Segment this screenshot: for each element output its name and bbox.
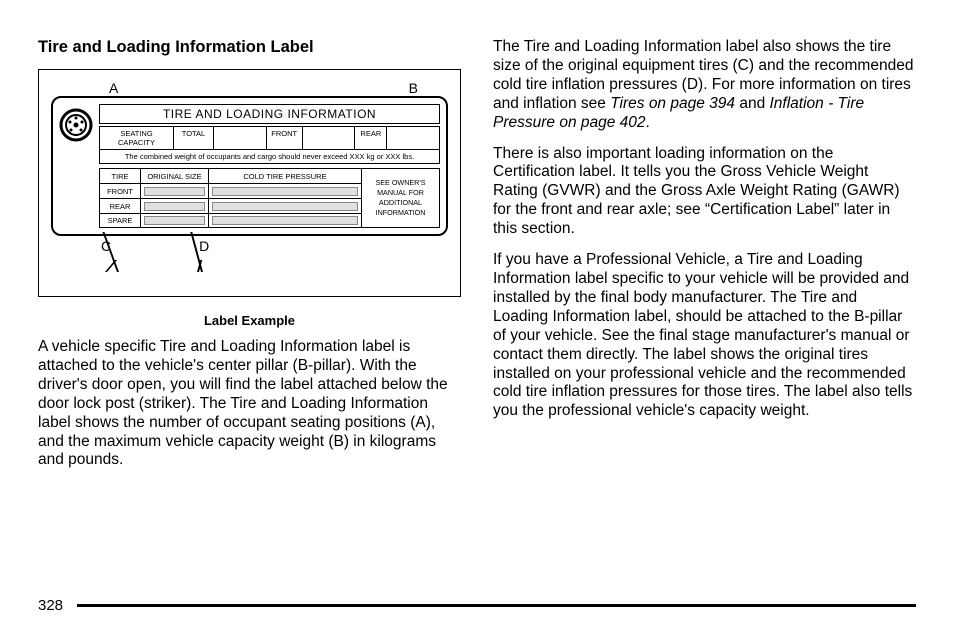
tire-row-rear-label: REAR xyxy=(99,198,141,213)
tire-grid-header: TIRE ORIGINAL SIZE COLD TIRE PRESSURE xyxy=(99,168,362,183)
seating-total-label: TOTAL xyxy=(174,127,214,149)
owner-note-l2: MANUAL FOR xyxy=(365,188,436,198)
tire-row-front-pressure xyxy=(209,183,362,198)
tire-header-pressure: COLD TIRE PRESSURE xyxy=(209,168,362,183)
seating-front-label: FRONT xyxy=(267,127,303,149)
bottom-callouts: C D xyxy=(101,238,450,254)
owner-note-l1: SEE OWNER'S xyxy=(365,178,436,188)
tire-header-size: ORIGINAL SIZE xyxy=(141,168,209,183)
tire-row-rear-pressure xyxy=(209,198,362,213)
tire-row-front-size xyxy=(141,183,209,198)
weight-limit-note: The combined weight of occupants and car… xyxy=(99,150,440,164)
tire-row-spare-label: SPARE xyxy=(99,213,141,228)
seating-front-value xyxy=(303,127,356,149)
tire-grid: TIRE ORIGINAL SIZE COLD TIRE PRESSURE FR… xyxy=(99,168,440,228)
tire-row-spare-pressure xyxy=(209,213,362,228)
left-column: Tire and Loading Information Label A B xyxy=(38,38,461,578)
rp1-ital1: Tires on page 394 xyxy=(610,95,735,112)
callout-a: A xyxy=(109,80,118,96)
owner-note-l3: ADDITIONAL xyxy=(365,198,436,208)
seating-row: SEATING CAPACITY TOTAL FRONT REAR xyxy=(99,126,440,150)
owner-note-l4: INFORMATION xyxy=(365,208,436,218)
page-content: Tire and Loading Information Label A B xyxy=(38,38,916,578)
tire-header-tire: TIRE xyxy=(99,168,141,183)
placard-content: TIRE AND LOADING INFORMATION SEATING CAP… xyxy=(99,104,440,228)
rp1-b: and xyxy=(735,95,769,112)
tire-row-front-label: FRONT xyxy=(99,183,141,198)
section-title: Tire and Loading Information Label xyxy=(38,38,461,57)
right-paragraph-1: The Tire and Loading Information label a… xyxy=(493,38,916,133)
tire-row-spare-size xyxy=(141,213,209,228)
right-paragraph-3: If you have a Professional Vehicle, a Ti… xyxy=(493,251,916,421)
callout-b: B xyxy=(409,80,418,96)
page-footer: 328 xyxy=(38,597,916,614)
top-callouts: A B xyxy=(109,80,418,96)
tire-row-rear: REAR xyxy=(99,198,362,213)
tire-row-front: FRONT xyxy=(99,183,362,198)
callout-d: D xyxy=(199,238,209,254)
placard-title: TIRE AND LOADING INFORMATION xyxy=(99,104,440,124)
rp1-c: . xyxy=(646,114,650,131)
seating-capacity-label: SEATING CAPACITY xyxy=(100,127,174,149)
label-figure: A B xyxy=(38,69,461,297)
tire-icon xyxy=(59,104,93,228)
tire-row-rear-size xyxy=(141,198,209,213)
right-paragraph-2: There is also important loading informat… xyxy=(493,145,916,240)
left-paragraph-1: A vehicle specific Tire and Loading Info… xyxy=(38,338,461,470)
figure-caption: Label Example xyxy=(38,313,461,328)
seating-total-value xyxy=(214,127,267,149)
footer-rule xyxy=(77,604,916,607)
right-column: The Tire and Loading Information label a… xyxy=(493,38,916,578)
seating-rear-label: REAR xyxy=(355,127,387,149)
owner-manual-note: SEE OWNER'S MANUAL FOR ADDITIONAL INFORM… xyxy=(362,168,440,228)
tire-row-spare: SPARE xyxy=(99,213,362,228)
tire-grid-left: TIRE ORIGINAL SIZE COLD TIRE PRESSURE FR… xyxy=(99,168,362,228)
tire-placard: TIRE AND LOADING INFORMATION SEATING CAP… xyxy=(51,96,448,236)
page-number: 328 xyxy=(38,597,63,614)
seating-rear-value xyxy=(387,127,439,149)
